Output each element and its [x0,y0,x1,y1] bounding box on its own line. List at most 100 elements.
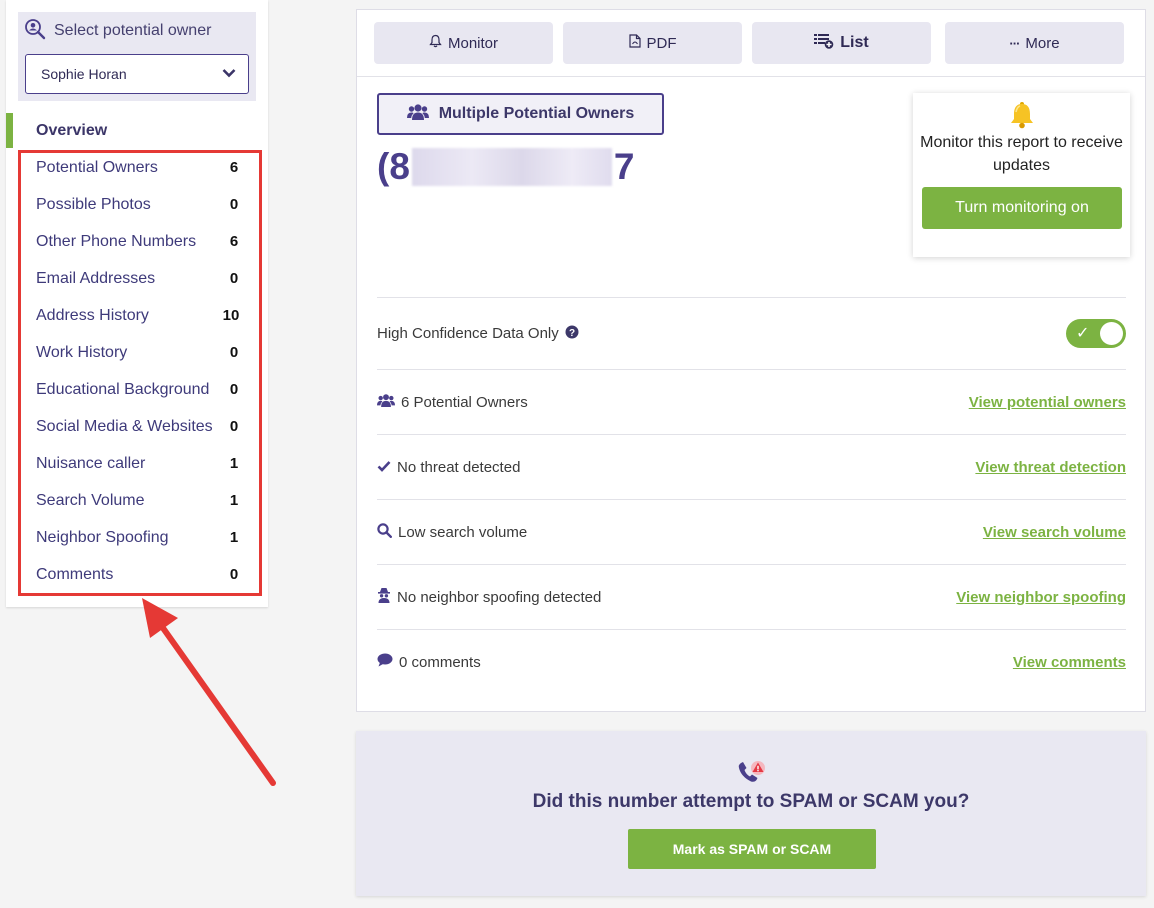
sidebar-item-count: 0 [229,196,239,213]
multiple-potential-owners-label: Multiple Potential Owners [438,105,635,122]
report-toolbar: Monitor PDF List ··· More [357,10,1145,77]
sidebar-item-count: 0 [229,566,239,583]
report-card: Monitor PDF List ··· More Multiple Poten… [356,9,1146,712]
sidebar-item-count: 6 [229,159,239,176]
search-icon [377,522,393,542]
sidebar-item-potential-owners[interactable]: Potential Owners 6 [36,149,241,186]
more-button-label: More [1025,34,1060,52]
monitor-button-label: Monitor [447,34,499,52]
summary-row-text: 6 Potential Owners [401,393,528,411]
phone-number: (8 7 [377,146,634,188]
view-potential-owners-link[interactable]: View potential owners [969,394,1126,411]
sidebar-item-count: 0 [229,270,239,287]
phone-number-redacted [411,148,612,186]
high-confidence-toggle[interactable]: ✓ [1066,319,1126,348]
pdf-file-icon [628,34,641,52]
view-threat-detection-link[interactable]: View threat detection [975,459,1126,476]
owner-selector-box: Select potential owner Sophie Horan [18,12,256,101]
sidebar-item-count: 0 [229,418,239,435]
comment-icon [377,653,393,671]
active-indicator [6,113,13,148]
ellipsis-icon: ··· [1009,35,1020,51]
owner-select-dropdown[interactable]: Sophie Horan [25,54,249,94]
sidebar-item-label: Potential Owners [36,158,158,176]
sidebar-item-count: 1 [229,455,239,472]
sidebar-item-label: Address History [36,306,149,324]
turn-monitoring-on-button[interactable]: Turn monitoring on [922,187,1122,229]
sidebar: Select potential owner Sophie Horan Over… [6,0,268,607]
summary-row-text: No neighbor spoofing detected [397,588,602,606]
list-add-icon [814,33,834,54]
summary-row-text: Low search volume [398,523,528,541]
sidebar-item-label: Email Addresses [36,269,156,287]
more-button[interactable]: ··· More [945,22,1124,64]
person-search-icon [24,18,46,45]
spam-question: Did this number attempt to SPAM or SCAM … [532,791,970,812]
sidebar-item-count: 0 [229,344,239,361]
view-neighbor-spoofing-link[interactable]: View neighbor spoofing [956,589,1126,606]
chevron-down-icon [222,65,236,83]
view-comments-link[interactable]: View comments [1013,654,1126,671]
sidebar-item-label: Educational Background [36,380,210,398]
sidebar-item-comments[interactable]: Comments 0 [36,556,241,593]
view-search-volume-link[interactable]: View search volume [983,524,1126,541]
high-confidence-row: High Confidence Data Only ? ✓ [377,297,1126,369]
sidebar-item-search-volume[interactable]: Search Volume 1 [36,482,241,519]
sidebar-item-label: Social Media & Websites [36,417,213,435]
sidebar-item-label: Search Volume [36,491,145,509]
sidebar-item-work-history[interactable]: Work History 0 [36,334,241,371]
sidebar-item-address-history[interactable]: Address History 10 [36,297,241,334]
sidebar-item-count: 0 [229,381,239,398]
selected-owner-value: Sophie Horan [41,66,127,82]
high-confidence-label: High Confidence Data Only [377,325,559,342]
sidebar-item-overview[interactable]: Overview [6,113,268,148]
sidebar-item-label: Nuisance caller [36,454,146,472]
summary-rows: High Confidence Data Only ? ✓ 6 Potentia… [377,297,1126,694]
summary-row-search-volume: Low search volume View search volume [377,499,1126,564]
sidebar-item-count: 6 [229,233,239,250]
summary-row-neighbor-spoofing: No neighbor spoofing detected View neigh… [377,564,1126,629]
bell-outline-icon [429,34,442,52]
owner-selector-header: Select potential owner [24,18,211,44]
sidebar-item-email-addresses[interactable]: Email Addresses 0 [36,260,241,297]
sidebar-item-label: Work History [36,343,128,361]
mark-as-spam-button[interactable]: Mark as SPAM or SCAM [628,829,876,869]
summary-row-comments: 0 comments View comments [377,629,1126,694]
sidebar-item-label: Neighbor Spoofing [36,528,169,546]
users-icon [406,103,429,126]
monitor-prompt-card: Monitor this report to receive updates T… [913,93,1130,257]
list-button-label: List [840,34,869,51]
svg-text:?: ? [569,327,575,338]
toggle-knob [1100,322,1123,345]
sidebar-item-label: Comments [36,565,114,583]
summary-row-potential-owners: 6 Potential Owners View potential owners [377,369,1126,434]
sidebar-item-social-media[interactable]: Social Media & Websites 0 [36,408,241,445]
monitor-prompt-message: Monitor this report to receive updates [920,134,1123,174]
sidebar-item-nuisance-caller[interactable]: Nuisance caller 1 [36,445,241,482]
phone-number-suffix: 7 [613,146,635,187]
sidebar-item-label: Other Phone Numbers [36,232,197,250]
summary-row-text: No threat detected [397,458,521,476]
help-circle-icon[interactable]: ? [565,325,579,343]
sidebar-item-count: 1 [229,492,239,509]
sidebar-item-count: 10 [222,307,240,324]
sidebar-item-label: Overview [36,121,108,139]
sidebar-item-count: 1 [229,529,239,546]
users-icon [377,393,395,412]
summary-row-text: 0 comments [399,653,481,671]
sidebar-section-list: Potential Owners 6 Possible Photos 0 Other… [36,149,241,593]
check-icon [377,459,391,476]
phone-warning-icon [736,759,768,794]
pdf-button-label: PDF [646,34,677,52]
monitor-button[interactable]: Monitor [374,22,553,64]
sidebar-item-other-phone-numbers[interactable]: Other Phone Numbers 6 [36,223,241,260]
phone-number-prefix: (8 [377,146,410,187]
multiple-potential-owners-button[interactable]: Multiple Potential Owners [377,93,664,135]
sidebar-item-possible-photos[interactable]: Possible Photos 0 [36,186,241,223]
sidebar-item-educational-background[interactable]: Educational Background 0 [36,371,241,408]
sidebar-item-neighbor-spoofing[interactable]: Neighbor Spoofing 1 [36,519,241,556]
sidebar-item-label: Possible Photos [36,195,151,213]
pdf-button[interactable]: PDF [563,22,742,64]
list-button[interactable]: List [752,22,931,64]
bell-icon [1009,101,1035,134]
